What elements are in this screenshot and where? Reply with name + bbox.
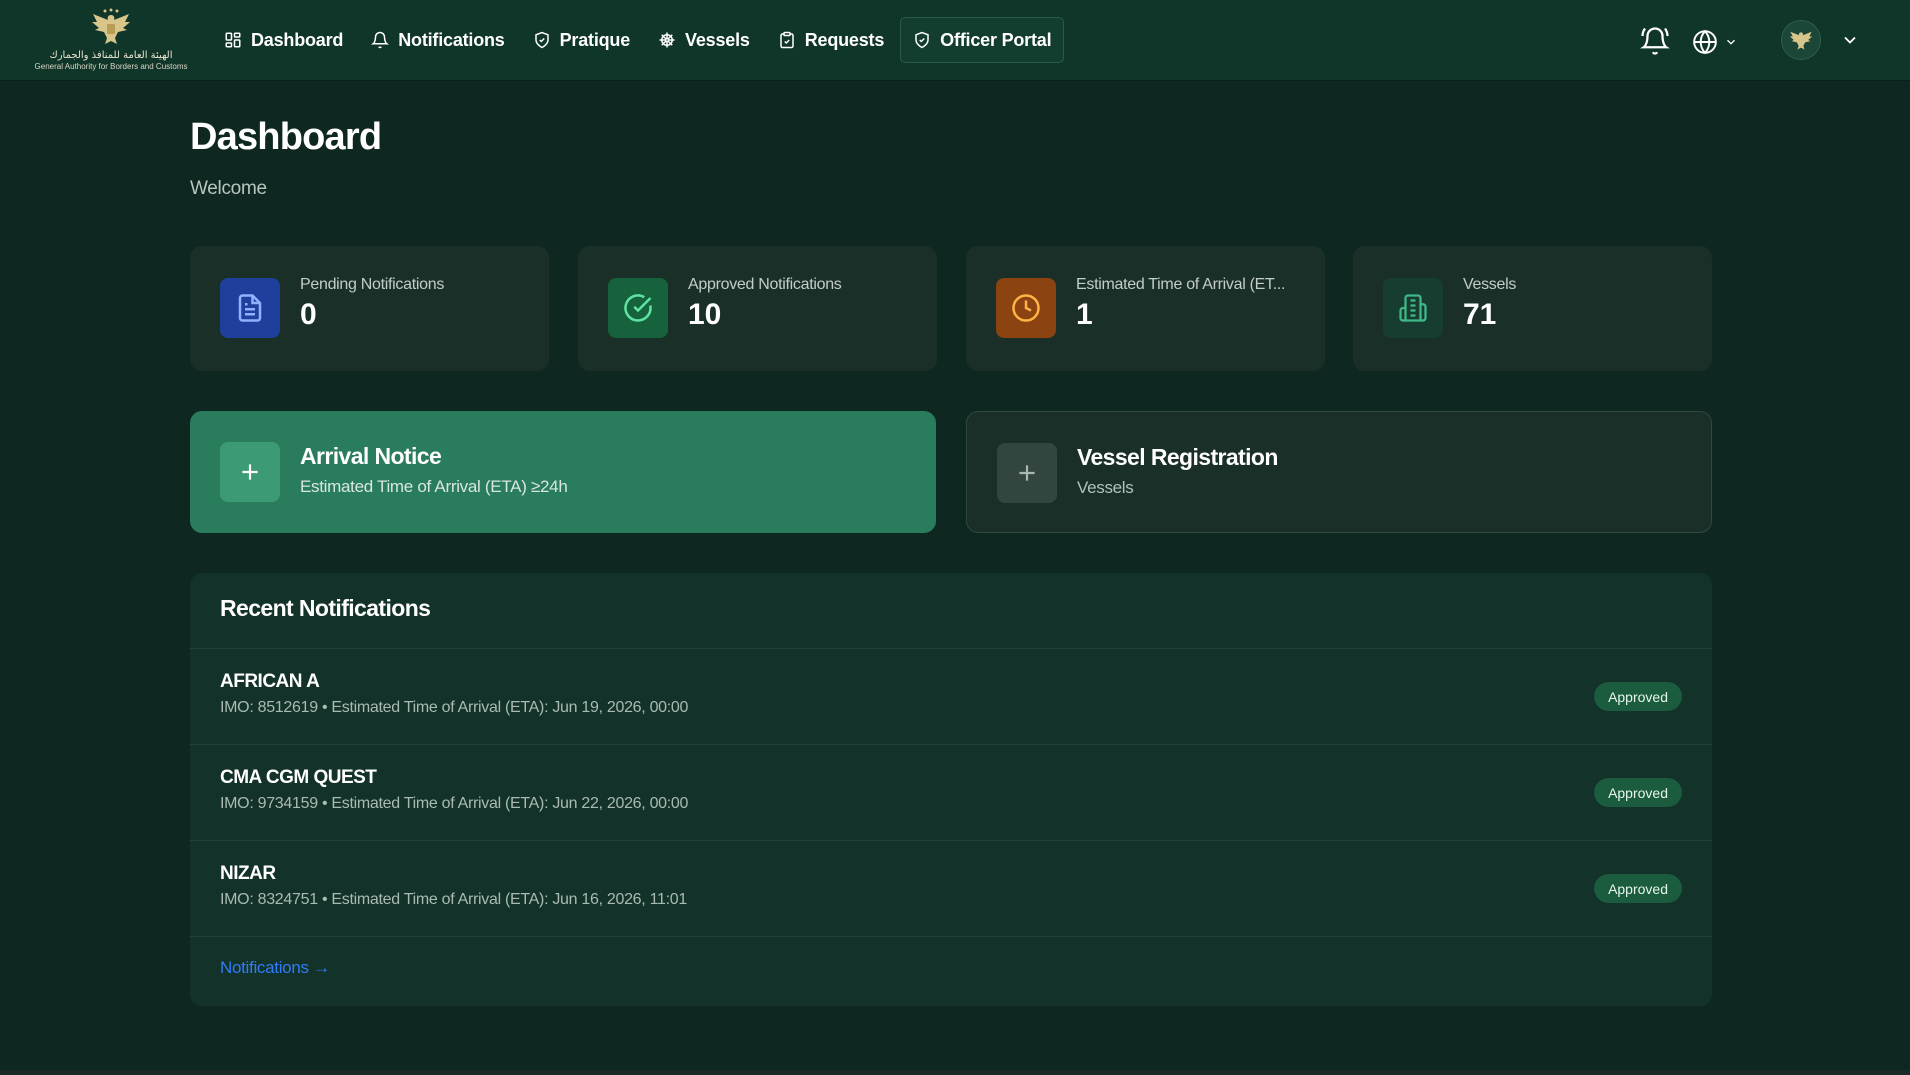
plus-icon-box <box>997 443 1057 503</box>
view-all-notifications-link[interactable]: Notifications → <box>220 958 330 978</box>
stat-card-vessels[interactable]: Vessels 71 <box>1353 246 1712 371</box>
vessel-name: CMA CGM QUEST <box>220 767 377 788</box>
clock-icon <box>1012 294 1040 322</box>
panel-title: Recent Notifications <box>220 595 431 621</box>
stat-label: Approved Notifications <box>688 276 842 293</box>
vessel-name: AFRICAN A <box>220 671 320 692</box>
grid-icon <box>225 32 241 48</box>
status-badge: Approved <box>1594 778 1682 807</box>
stat-icon-box <box>608 278 668 338</box>
notification-row[interactable]: CMA CGM QUEST IMO: 9734159 • Estimated T… <box>190 745 1712 841</box>
top-nav-bar: الهيئة العامة للمنافذ والجمارك General A… <box>0 0 1910 81</box>
vessel-name: NIZAR <box>220 863 276 884</box>
nav-dashboard-label: Dashboard <box>251 29 344 50</box>
building-icon <box>1399 294 1427 322</box>
nav-dashboard[interactable]: Dashboard <box>212 17 355 63</box>
language-selector[interactable] <box>1692 27 1742 57</box>
nav-officer-portal-label: Officer Portal <box>940 29 1052 50</box>
authority-name-english: General Authority for Borders and Custom… <box>34 62 188 71</box>
user-menu-chevron[interactable] <box>1840 30 1860 50</box>
stat-card-pending[interactable]: Pending Notifications 0 <box>190 246 549 371</box>
stat-value: 10 <box>688 298 722 331</box>
bell-ring-icon <box>1640 27 1670 55</box>
clipboard-check-icon <box>779 31 794 49</box>
notification-meta: IMO: 9734159 • Estimated Time of Arrival… <box>220 795 689 812</box>
notification-row[interactable]: AFRICAN A IMO: 8512619 • Estimated Time … <box>190 649 1712 745</box>
check-circle-icon <box>624 294 652 322</box>
eagle-emblem-icon <box>1789 31 1813 50</box>
ship-wheel-icon <box>659 32 675 48</box>
action-subtitle: Vessels <box>1077 478 1134 497</box>
page-title: Dashboard <box>190 116 382 158</box>
nav-requests[interactable]: Requests <box>766 17 896 63</box>
status-badge: Approved <box>1594 874 1682 903</box>
bottom-edge <box>0 1070 1910 1075</box>
document-icon <box>238 294 262 322</box>
stat-value: 71 <box>1463 298 1497 331</box>
alerts-bell-button[interactable] <box>1640 26 1670 56</box>
stat-icon-box <box>220 278 280 338</box>
plus-icon <box>1019 465 1035 481</box>
panel-header: Recent Notifications <box>190 573 1712 649</box>
authority-logo[interactable]: الهيئة العامة للمنافذ والجمارك General A… <box>34 8 188 76</box>
stat-value: 1 <box>1076 298 1093 331</box>
plus-icon-box <box>220 442 280 502</box>
action-title: Arrival Notice <box>300 443 442 469</box>
globe-icon <box>1693 29 1717 55</box>
plus-icon <box>242 464 258 480</box>
stat-label: Vessels <box>1463 276 1517 293</box>
shield-check-icon <box>915 31 929 49</box>
stat-label: Estimated Time of Arrival (ET... <box>1076 276 1286 293</box>
recent-notifications-panel: Recent Notifications AFRICAN A IMO: 8512… <box>190 573 1712 1006</box>
vessel-registration-button[interactable]: Vessel Registration Vessels <box>966 411 1712 533</box>
stat-icon-box <box>1383 278 1443 338</box>
nav-vessels-label: Vessels <box>685 29 750 50</box>
arrival-notice-button[interactable]: Arrival Notice Estimated Time of Arrival… <box>190 411 936 533</box>
nav-notifications[interactable]: Notifications <box>359 17 516 63</box>
status-badge: Approved <box>1594 682 1682 711</box>
eagle-emblem-icon <box>92 8 130 44</box>
action-title: Vessel Registration <box>1077 444 1278 470</box>
nav-requests-label: Requests <box>804 29 885 50</box>
nav-vessels[interactable]: Vessels <box>646 17 762 63</box>
authority-name-arabic: الهيئة العامة للمنافذ والجمارك <box>49 50 173 61</box>
notification-meta: IMO: 8324751 • Estimated Time of Arrival… <box>220 891 687 908</box>
notification-row[interactable]: NIZAR IMO: 8324751 • Estimated Time of A… <box>190 841 1712 937</box>
user-avatar[interactable] <box>1781 20 1821 60</box>
stat-label: Pending Notifications <box>300 276 445 293</box>
chevron-down-icon <box>1727 39 1735 45</box>
stat-icon-box <box>996 278 1056 338</box>
nav-pratique[interactable]: Pratique <box>521 17 642 63</box>
bell-icon <box>371 31 390 49</box>
page-subtitle: Welcome <box>190 178 267 199</box>
chevron-down-icon <box>1844 36 1856 44</box>
nav-officer-portal[interactable]: Officer Portal <box>900 17 1065 63</box>
stat-value: 0 <box>300 298 317 331</box>
main-nav: Dashboard Notifications Pratique Vessels… <box>212 16 1065 64</box>
stat-card-eta[interactable]: Estimated Time of Arrival (ET... 1 <box>966 246 1325 371</box>
shield-check-icon <box>534 31 549 49</box>
nav-notifications-label: Notifications <box>398 29 505 50</box>
stat-card-approved[interactable]: Approved Notifications 10 <box>578 246 937 371</box>
notification-meta: IMO: 8512619 • Estimated Time of Arrival… <box>220 699 689 716</box>
action-subtitle: Estimated Time of Arrival (ETA) ≥24h <box>300 477 568 496</box>
nav-pratique-label: Pratique <box>559 29 631 50</box>
